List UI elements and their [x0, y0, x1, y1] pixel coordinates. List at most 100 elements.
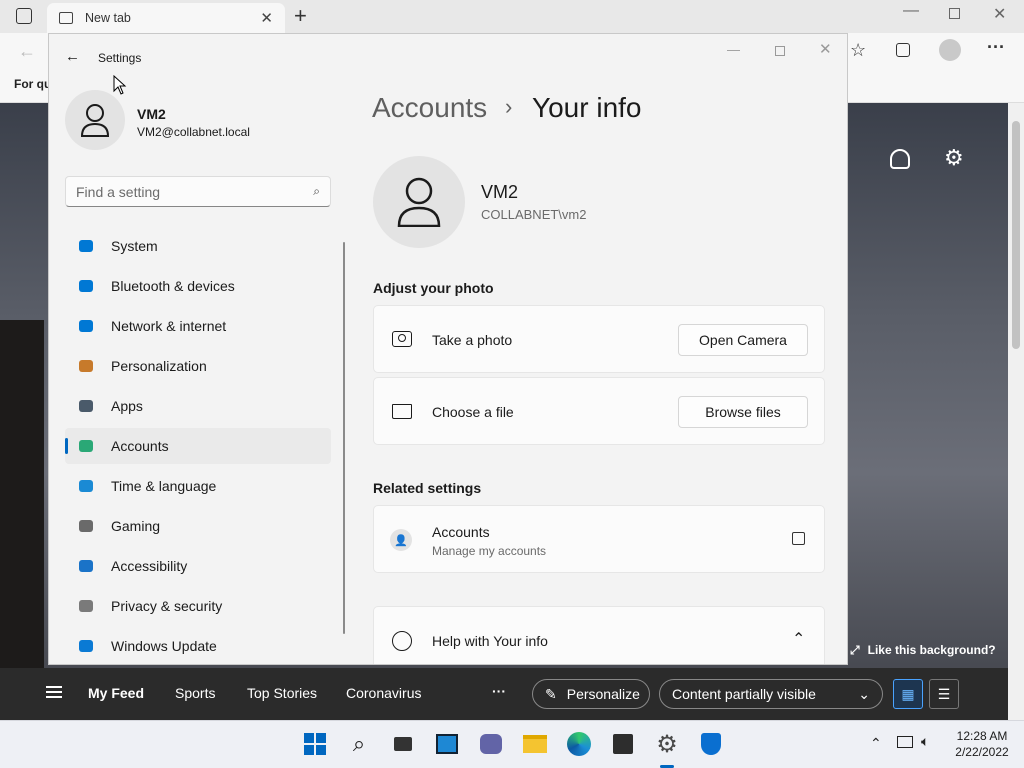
folder-icon: [392, 404, 412, 419]
open-camera-button[interactable]: Open Camera: [678, 324, 808, 356]
related-accounts-subtitle: Manage my accounts: [432, 544, 547, 558]
feed-item-top-stories[interactable]: Top Stories: [247, 685, 317, 701]
feed-bar: My Feed Sports Top Stories Coronavirus ·…: [0, 668, 1008, 720]
page-scrollbar[interactable]: [1008, 103, 1024, 720]
pencil-icon: ✎: [545, 685, 557, 702]
settings-maximize-button[interactable]: [775, 46, 785, 56]
file-explorer-icon[interactable]: [522, 731, 548, 757]
like-background-label: Like this background?: [867, 643, 996, 657]
nav-scrollbar[interactable]: [343, 242, 345, 634]
teams-chat-icon[interactable]: [478, 731, 504, 757]
minimize-browser-button[interactable]: —: [903, 2, 919, 20]
chevron-up-icon[interactable]: ⌃: [792, 629, 805, 649]
profile-name: VM2: [481, 182, 519, 202]
browse-files-button[interactable]: Browse files: [678, 396, 808, 428]
chevron-down-icon: ⌄: [858, 685, 870, 702]
sidebar-item-privacy-security[interactable]: Privacy & security: [65, 588, 331, 624]
sidebar-item-accounts[interactable]: Accounts: [65, 428, 331, 464]
help-your-info-expander[interactable]: Help with Your info ⌃: [373, 606, 825, 664]
close-browser-button[interactable]: ✕: [993, 4, 1006, 24]
sidebar-item-accessibility[interactable]: Accessibility: [65, 548, 331, 584]
breadcrumb-parent[interactable]: Accounts: [372, 92, 487, 124]
tab-new-tab[interactable]: New tab ✕: [47, 3, 285, 33]
like-background-link[interactable]: ⤢ Like this background?: [850, 643, 996, 658]
sidebar-item-label: Apps: [111, 398, 143, 414]
list-layout-icon[interactable]: ☰: [929, 679, 959, 709]
system-icon: [77, 237, 95, 255]
search-input[interactable]: Find a setting ⌕: [65, 176, 331, 207]
update-icon: [77, 637, 95, 655]
brush-icon: [77, 357, 95, 375]
help-your-info-label: Help with Your info: [432, 633, 548, 649]
take-photo-label: Take a photo: [432, 332, 513, 348]
feed-item-my-feed[interactable]: My Feed: [88, 685, 144, 701]
mouse-cursor-icon: [113, 75, 127, 95]
grid-layout-icon[interactable]: ▦: [893, 679, 923, 709]
rewards-icon[interactable]: [890, 149, 910, 169]
profile-avatar-icon[interactable]: [939, 39, 961, 61]
user-avatar: [65, 90, 125, 150]
settings-back-icon[interactable]: ←: [65, 48, 80, 65]
take-photo-card: Take a photo Open Camera: [373, 305, 825, 373]
widgets-icon[interactable]: [434, 731, 460, 757]
sidebar-item-personalization[interactable]: Personalization: [65, 348, 331, 384]
open-external-icon: [792, 532, 805, 545]
expand-icon: ⤢: [850, 643, 860, 657]
camera-icon: [392, 331, 412, 347]
settings-close-button[interactable]: ✕: [819, 40, 832, 58]
tab-actions-icon[interactable]: [16, 8, 32, 24]
clock-date: 2/22/2022: [955, 745, 1009, 759]
account-person-icon: 👤: [390, 529, 412, 551]
back-arrow-icon[interactable]: ←: [18, 41, 36, 62]
restore-browser-button[interactable]: [949, 8, 960, 19]
user-avatar-icon: [80, 104, 110, 137]
network-tray-icon[interactable]: [897, 736, 913, 748]
sidebar-item-time-language[interactable]: Time & language: [65, 468, 331, 504]
sidebar-item-system[interactable]: System: [65, 228, 331, 264]
settings-minimize-button[interactable]: —: [727, 42, 740, 57]
related-accounts-link[interactable]: 👤 Accounts Manage my accounts: [373, 505, 825, 573]
search-placeholder: Find a setting: [76, 183, 161, 200]
edge-browser-icon[interactable]: [566, 731, 592, 757]
sidebar-item-bluetooth-devices[interactable]: Bluetooth & devices: [65, 268, 331, 304]
feed-item-sports[interactable]: Sports: [175, 685, 215, 701]
profile-picture: [373, 156, 465, 248]
page-settings-gear-icon[interactable]: ⚙: [944, 145, 964, 171]
favorites-star-icon[interactable]: ☆: [850, 40, 866, 61]
volume-tray-icon[interactable]: 🔈︎: [921, 733, 929, 750]
close-tab-icon[interactable]: ✕: [260, 9, 273, 27]
tray-chevron-up-icon[interactable]: ⌃: [870, 735, 882, 752]
shield-icon: [77, 597, 95, 615]
taskbar: ⌕ ⚙ ⌃ 🔈︎ 12:28 AM 2/22/2022: [0, 720, 1024, 768]
task-view-icon[interactable]: [390, 731, 416, 757]
taskbar-search-icon[interactable]: ⌕: [346, 731, 372, 757]
globe-clock-icon: [77, 477, 95, 495]
sidebar-item-windows-update[interactable]: Windows Update: [65, 628, 331, 664]
related-settings-heading: Related settings: [373, 480, 482, 496]
personalize-label: Personalize: [566, 686, 640, 702]
sidebar-item-label: Personalization: [111, 358, 207, 374]
security-shield-icon[interactable]: [698, 731, 724, 757]
collections-icon[interactable]: [896, 43, 910, 57]
sidebar-item-label: Privacy & security: [111, 598, 223, 614]
scrollbar-thumb[interactable]: [1012, 121, 1020, 349]
clock[interactable]: 12:28 AM 2/22/2022: [950, 729, 1014, 759]
sidebar-item-network-internet[interactable]: Network & internet: [65, 308, 331, 344]
start-windows-icon[interactable]: [302, 731, 328, 757]
feed-item-coronavirus[interactable]: Coronavirus: [346, 685, 421, 701]
sidebar-item-apps[interactable]: Apps: [65, 388, 331, 424]
store-icon[interactable]: [610, 731, 636, 757]
content-visibility-value: Content partially visible: [672, 686, 816, 702]
more-options-icon[interactable]: ···: [987, 37, 1005, 58]
settings-app-gear-icon[interactable]: ⚙: [654, 731, 680, 758]
feed-more-button[interactable]: ···: [492, 683, 506, 699]
globe-help-icon: [392, 631, 412, 651]
new-tab-page-icon: [59, 12, 73, 24]
adjust-photo-heading: Adjust your photo: [373, 280, 494, 296]
personalize-button[interactable]: ✎ Personalize: [532, 679, 650, 709]
feed-menu-icon[interactable]: [46, 686, 62, 698]
new-tab-button[interactable]: +: [294, 3, 307, 29]
sidebar-item-gaming[interactable]: Gaming: [65, 508, 331, 544]
tab-title: New tab: [85, 11, 131, 25]
content-visibility-dropdown[interactable]: Content partially visible ⌄: [659, 679, 883, 709]
